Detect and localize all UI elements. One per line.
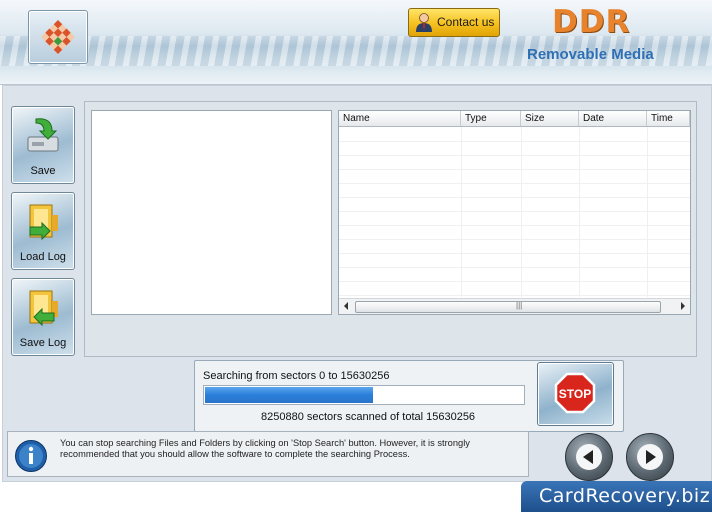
app-header: Contact us DDR Removable Media xyxy=(0,0,712,85)
back-arrow-icon xyxy=(576,444,602,470)
stop-sign-icon: STOP xyxy=(554,372,596,414)
empty-row-line xyxy=(339,253,690,254)
column-header-type[interactable]: Type xyxy=(461,111,521,126)
next-button[interactable] xyxy=(626,433,674,481)
save-log-label: Save Log xyxy=(19,337,67,349)
empty-row-line xyxy=(339,197,690,198)
scroll-right-icon[interactable] xyxy=(681,302,685,310)
app-logo xyxy=(28,10,88,64)
empty-row-line xyxy=(339,169,690,170)
info-message-text: You can stop searching Files and Folders… xyxy=(60,438,470,459)
empty-row-line xyxy=(339,155,690,156)
stop-sign-label: STOP xyxy=(559,387,591,401)
save-disk-icon xyxy=(27,118,59,152)
scan-range-text: Searching from sectors 0 to 15630256 xyxy=(203,370,390,382)
column-header-time[interactable]: Time xyxy=(647,111,690,126)
empty-row-line xyxy=(339,183,690,184)
load-log-icon xyxy=(29,204,58,241)
empty-row-line xyxy=(339,295,690,296)
back-button[interactable] xyxy=(565,433,613,481)
column-header-size[interactable]: Size xyxy=(521,111,579,126)
footer-website-badge: CardRecovery.biz xyxy=(521,481,712,512)
empty-row-line xyxy=(339,225,690,226)
progress-bar-fill xyxy=(205,387,373,403)
empty-row-line xyxy=(339,211,690,212)
save-log-icon xyxy=(29,290,58,327)
save-label: Save xyxy=(30,165,56,177)
column-divider xyxy=(461,127,462,297)
column-divider xyxy=(579,127,580,297)
save-button[interactable]: Save xyxy=(11,106,75,184)
progress-bar xyxy=(203,385,525,405)
contact-us-label: Contact us xyxy=(437,15,495,29)
empty-row-line xyxy=(339,141,690,142)
sectors-scanned-text: 8250880 sectors scanned of total 1563025… xyxy=(261,411,476,423)
info-message-bar: You can stop searching Files and Folders… xyxy=(7,431,529,477)
file-list-header: Name Type Size Date Time xyxy=(339,111,690,127)
file-list[interactable]: Name Type Size Date Time ||| xyxy=(338,110,691,315)
person-icon xyxy=(416,13,432,32)
brand-subtitle: Removable Media xyxy=(527,46,654,63)
folder-tree[interactable] xyxy=(91,110,332,315)
empty-row-line xyxy=(339,239,690,240)
column-header-date[interactable]: Date xyxy=(579,111,647,126)
column-divider xyxy=(521,127,522,297)
stop-search-button[interactable]: STOP xyxy=(537,362,614,426)
scroll-left-icon[interactable] xyxy=(344,302,348,310)
column-divider xyxy=(647,127,648,297)
footer-website-text: CardRecovery.biz xyxy=(539,485,711,507)
grip-icon: ||| xyxy=(516,301,523,310)
checker-logo-icon xyxy=(41,20,75,54)
scrollbar-thumb[interactable]: ||| xyxy=(355,301,661,313)
save-log-button[interactable]: Save Log xyxy=(11,278,75,356)
info-icon xyxy=(15,440,47,472)
load-log-label: Load Log xyxy=(20,251,66,263)
column-header-name[interactable]: Name xyxy=(339,111,461,126)
brand-title: DDR xyxy=(552,4,631,40)
next-arrow-icon xyxy=(637,444,663,470)
empty-row-line xyxy=(339,267,690,268)
contact-us-button[interactable]: Contact us xyxy=(408,8,500,37)
load-log-button[interactable]: Load Log xyxy=(11,192,75,270)
horizontal-scrollbar[interactable]: ||| xyxy=(339,298,690,314)
empty-row-line xyxy=(339,281,690,282)
